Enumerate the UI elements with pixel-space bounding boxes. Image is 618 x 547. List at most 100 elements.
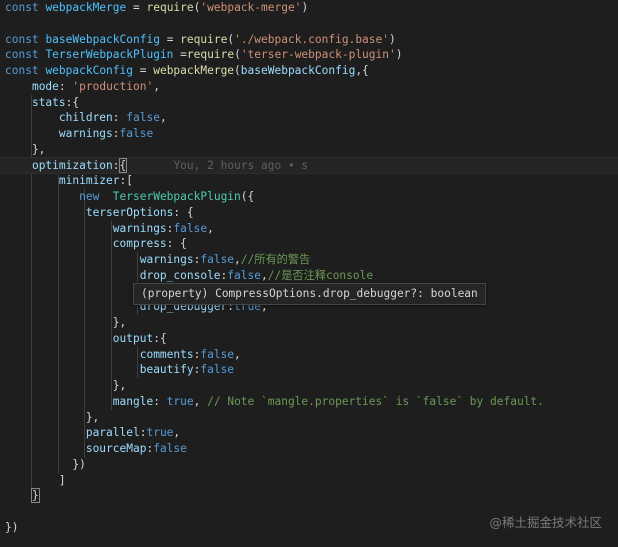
punctuation-token: : xyxy=(112,127,120,140)
punctuation-token xyxy=(5,80,32,93)
code-lines[interactable]: const webpackMerge = require('webpack-me… xyxy=(0,0,618,536)
variable-token: webpackMerge xyxy=(45,1,127,14)
code-line[interactable]: terserOptions: { xyxy=(0,205,618,221)
punctuation-token: ( xyxy=(234,48,241,62)
punctuation-token: : xyxy=(112,111,127,125)
function-token: webpackMerge xyxy=(153,64,235,77)
punctuation-token: :{ xyxy=(153,331,167,345)
code-line[interactable]: drop_console:false,//是否注释console xyxy=(0,268,618,284)
keyword-token: false xyxy=(153,442,187,455)
code-line[interactable]: }, xyxy=(0,378,618,394)
function-token: require xyxy=(146,1,194,14)
code-line[interactable]: warnings:false xyxy=(0,126,618,142)
code-line[interactable]: stats:{ xyxy=(0,95,618,111)
punctuation-token: }, xyxy=(5,410,100,424)
punctuation-token xyxy=(5,159,32,172)
punctuation-token: , xyxy=(260,268,268,282)
property-token: warnings xyxy=(58,127,113,140)
punctuation-token: :[ xyxy=(119,174,133,188)
code-line[interactable]: warnings:false, xyxy=(0,221,618,237)
git-blame-annotation: You, 2 hours ago • s xyxy=(173,158,309,172)
property-token: children xyxy=(58,111,113,125)
punctuation-token: : xyxy=(153,394,167,408)
comment-token: //所有的警告 xyxy=(240,253,311,266)
punctuation-token: : xyxy=(58,79,73,93)
code-line[interactable]: }, xyxy=(0,410,618,426)
punctuation-token xyxy=(5,127,59,140)
code-line[interactable]: const webpackConfig = webpackMerge(baseW… xyxy=(0,63,618,79)
keyword-token: true xyxy=(146,426,174,440)
code-line[interactable]: }, xyxy=(0,315,618,331)
bracket-match: } xyxy=(30,488,40,504)
property-token: warnings xyxy=(112,221,167,235)
code-line[interactable]: const webpackMerge = require('webpack-me… xyxy=(0,0,618,16)
punctuation-token xyxy=(126,159,173,172)
comment-token: //是否注释console xyxy=(267,268,374,282)
property-token: warnings xyxy=(139,253,194,266)
punctuation-token: : { xyxy=(173,205,194,219)
code-line[interactable]: new TerserWebpackPlugin({ xyxy=(0,189,618,205)
property-token: beautify xyxy=(139,363,194,377)
function-token: require xyxy=(186,48,235,62)
punctuation-token: = xyxy=(133,64,154,77)
code-line[interactable]: const TerserWebpackPlugin =require('ters… xyxy=(0,47,618,63)
code-line-current[interactable]: optimization:{ You, 2 hours ago • s xyxy=(0,156,618,175)
property-token: terserOptions xyxy=(85,205,174,219)
comment-token: // Note `mangle.properties` is `false` b… xyxy=(207,394,544,408)
punctuation-token: ) xyxy=(301,1,309,14)
code-line[interactable]: }, xyxy=(0,142,618,158)
code-line[interactable]: beautify:false xyxy=(0,362,618,378)
punctuation-token: ,{ xyxy=(355,64,369,77)
code-line[interactable]: comments:false, xyxy=(0,347,618,363)
variable-token: baseWebpackConfig xyxy=(45,32,160,46)
code-line[interactable]: output:{ xyxy=(0,331,618,347)
property-token: baseWebpackConfig xyxy=(240,64,356,77)
punctuation-token: }) xyxy=(5,457,86,471)
property-token: compress xyxy=(112,237,167,251)
keyword-token: false xyxy=(200,253,235,266)
punctuation-token xyxy=(5,237,113,250)
punctuation-token xyxy=(5,111,59,124)
code-line[interactable]: mode: 'production', xyxy=(0,79,618,95)
code-line[interactable]: children: false, xyxy=(0,110,618,126)
punctuation-token: , xyxy=(234,347,241,361)
punctuation-token: ) xyxy=(389,32,396,46)
punctuation-token: : { xyxy=(166,237,187,251)
punctuation-token: }, xyxy=(5,379,127,392)
string-token: 'terser-webpack-plugin' xyxy=(240,48,396,62)
punctuation-token xyxy=(5,300,140,313)
code-line[interactable]: compress: { xyxy=(0,236,618,252)
punctuation-token: , xyxy=(159,111,167,125)
code-line[interactable]: } xyxy=(0,488,618,504)
punctuation-token: ({ xyxy=(240,190,255,203)
keyword-token: false xyxy=(227,268,261,282)
code-line[interactable]: minimizer:[ xyxy=(0,173,618,189)
code-line[interactable]: }) xyxy=(0,457,618,473)
punctuation-token: , xyxy=(193,394,208,408)
code-editor[interactable]: const webpackMerge = require('webpack-me… xyxy=(0,0,618,547)
code-line[interactable] xyxy=(0,16,618,32)
keyword-token: const xyxy=(5,1,39,14)
punctuation-token: }, xyxy=(5,316,127,329)
code-line[interactable]: const baseWebpackConfig = require('./web… xyxy=(0,32,618,48)
punctuation-token: }) xyxy=(5,520,19,534)
property-token: sourceMap xyxy=(85,442,147,455)
punctuation-token: = xyxy=(126,1,147,14)
keyword-token: const xyxy=(5,48,39,62)
property-token: mode xyxy=(31,79,59,93)
keyword-token: new xyxy=(79,190,100,203)
keyword-token: false xyxy=(126,111,160,125)
watermark: @稀土掘金技术社区 xyxy=(489,515,602,530)
code-line[interactable]: warnings:false,//所有的警告 xyxy=(0,252,618,268)
punctuation-token xyxy=(5,426,86,439)
punctuation-token: :{ xyxy=(65,95,80,109)
punctuation-token xyxy=(5,96,32,109)
punctuation-token xyxy=(5,442,86,455)
punctuation-token xyxy=(5,395,113,408)
punctuation-token xyxy=(99,190,112,203)
code-line[interactable]: mangle: true, // Note `mangle.properties… xyxy=(0,394,618,410)
punctuation-token: ) xyxy=(395,48,403,62)
code-line[interactable]: parallel:true, xyxy=(0,425,618,441)
code-line[interactable]: sourceMap:false xyxy=(0,441,618,457)
code-line[interactable]: ] xyxy=(0,473,618,489)
